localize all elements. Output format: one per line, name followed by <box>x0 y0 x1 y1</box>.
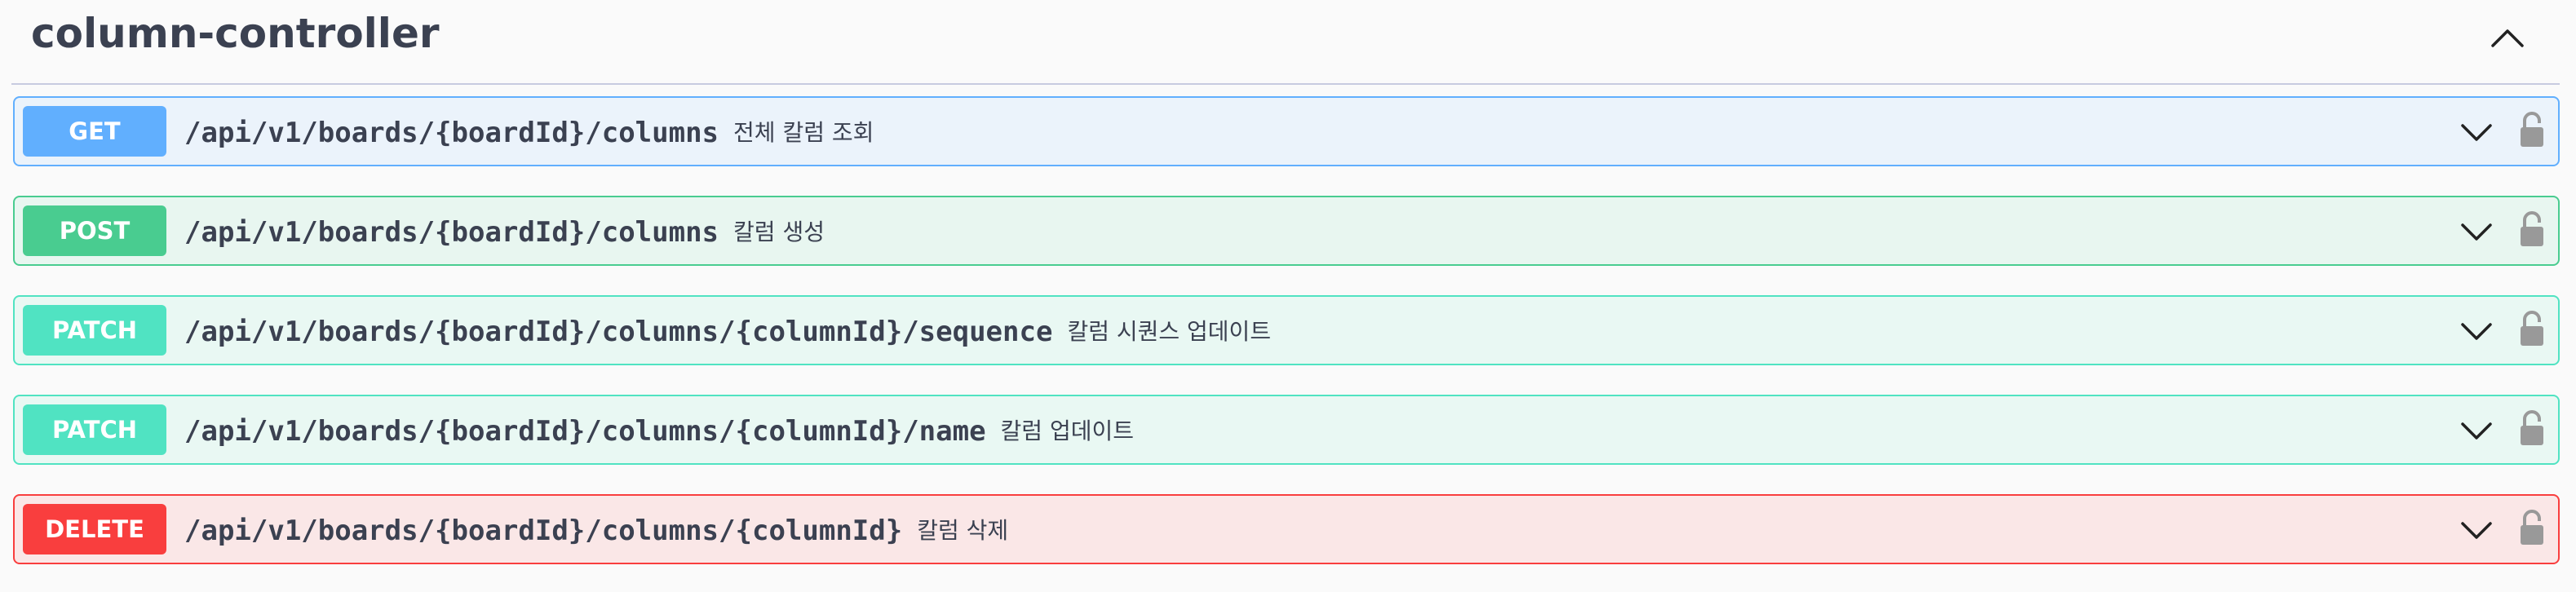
operation-summary: 칼럼 업데이트 <box>1000 417 1135 444</box>
operation-summary: 칼럼 삭제 <box>917 517 1009 544</box>
path-text: /api/v1/boards/{boardId}/columns/{column… <box>184 316 1053 348</box>
chevron-down-icon[interactable] <box>2459 316 2494 346</box>
operation-path: /api/v1/boards/{boardId}/columns/{column… <box>184 513 1008 547</box>
section-header[interactable]: column-controller <box>11 0 2560 85</box>
section-title: column-controller <box>31 10 440 57</box>
operation-path: /api/v1/boards/{boardId}/columns 전체 칼럼 조회 <box>184 115 874 149</box>
path-text: /api/v1/boards/{boardId}/columns/{column… <box>184 515 903 547</box>
method-badge-patch: PATCH <box>23 305 166 356</box>
operation-patch-column-sequence[interactable]: PATCH /api/v1/boards/{boardId}/columns/{… <box>13 295 2560 365</box>
operation-post-columns[interactable]: POST /api/v1/boards/{boardId}/columns 칼럼 … <box>13 196 2560 266</box>
operation-get-columns[interactable]: GET /api/v1/boards/{boardId}/columns 전체 칼… <box>13 96 2560 166</box>
operation-path: /api/v1/boards/{boardId}/columns 칼럼 생성 <box>184 214 825 249</box>
operation-summary: 칼럼 생성 <box>733 219 825 245</box>
operation-delete-column[interactable]: DELETE /api/v1/boards/{boardId}/columns/… <box>13 494 2560 564</box>
operation-patch-column-name[interactable]: PATCH /api/v1/boards/{boardId}/columns/{… <box>13 395 2560 465</box>
lock-icon[interactable] <box>2519 409 2545 447</box>
chevron-down-icon[interactable] <box>2459 416 2494 445</box>
path-text: /api/v1/boards/{boardId}/columns/{column… <box>184 415 986 448</box>
lock-icon[interactable] <box>2519 310 2545 347</box>
method-badge-post: POST <box>23 205 166 256</box>
method-badge-delete: DELETE <box>23 504 166 554</box>
lock-icon[interactable] <box>2519 111 2545 148</box>
operation-summary: 전체 칼럼 조회 <box>733 119 874 146</box>
chevron-down-icon[interactable] <box>2459 117 2494 147</box>
column-controller-section: column-controller GET /api/v1/boards/{bo… <box>0 0 2576 592</box>
operation-path: /api/v1/boards/{boardId}/columns/{column… <box>184 413 1134 448</box>
method-badge-patch: PATCH <box>23 404 166 455</box>
path-text: /api/v1/boards/{boardId}/columns <box>184 117 719 149</box>
operation-summary: 칼럼 시퀀스 업데이트 <box>1067 318 1272 345</box>
lock-icon[interactable] <box>2519 509 2545 546</box>
chevron-down-icon[interactable] <box>2459 515 2494 545</box>
lock-icon[interactable] <box>2519 210 2545 248</box>
operation-path: /api/v1/boards/{boardId}/columns/{column… <box>184 314 1271 348</box>
chevron-up-icon[interactable] <box>2488 21 2527 54</box>
method-badge-get: GET <box>23 106 166 157</box>
chevron-down-icon[interactable] <box>2459 217 2494 246</box>
path-text: /api/v1/boards/{boardId}/columns <box>184 216 719 249</box>
